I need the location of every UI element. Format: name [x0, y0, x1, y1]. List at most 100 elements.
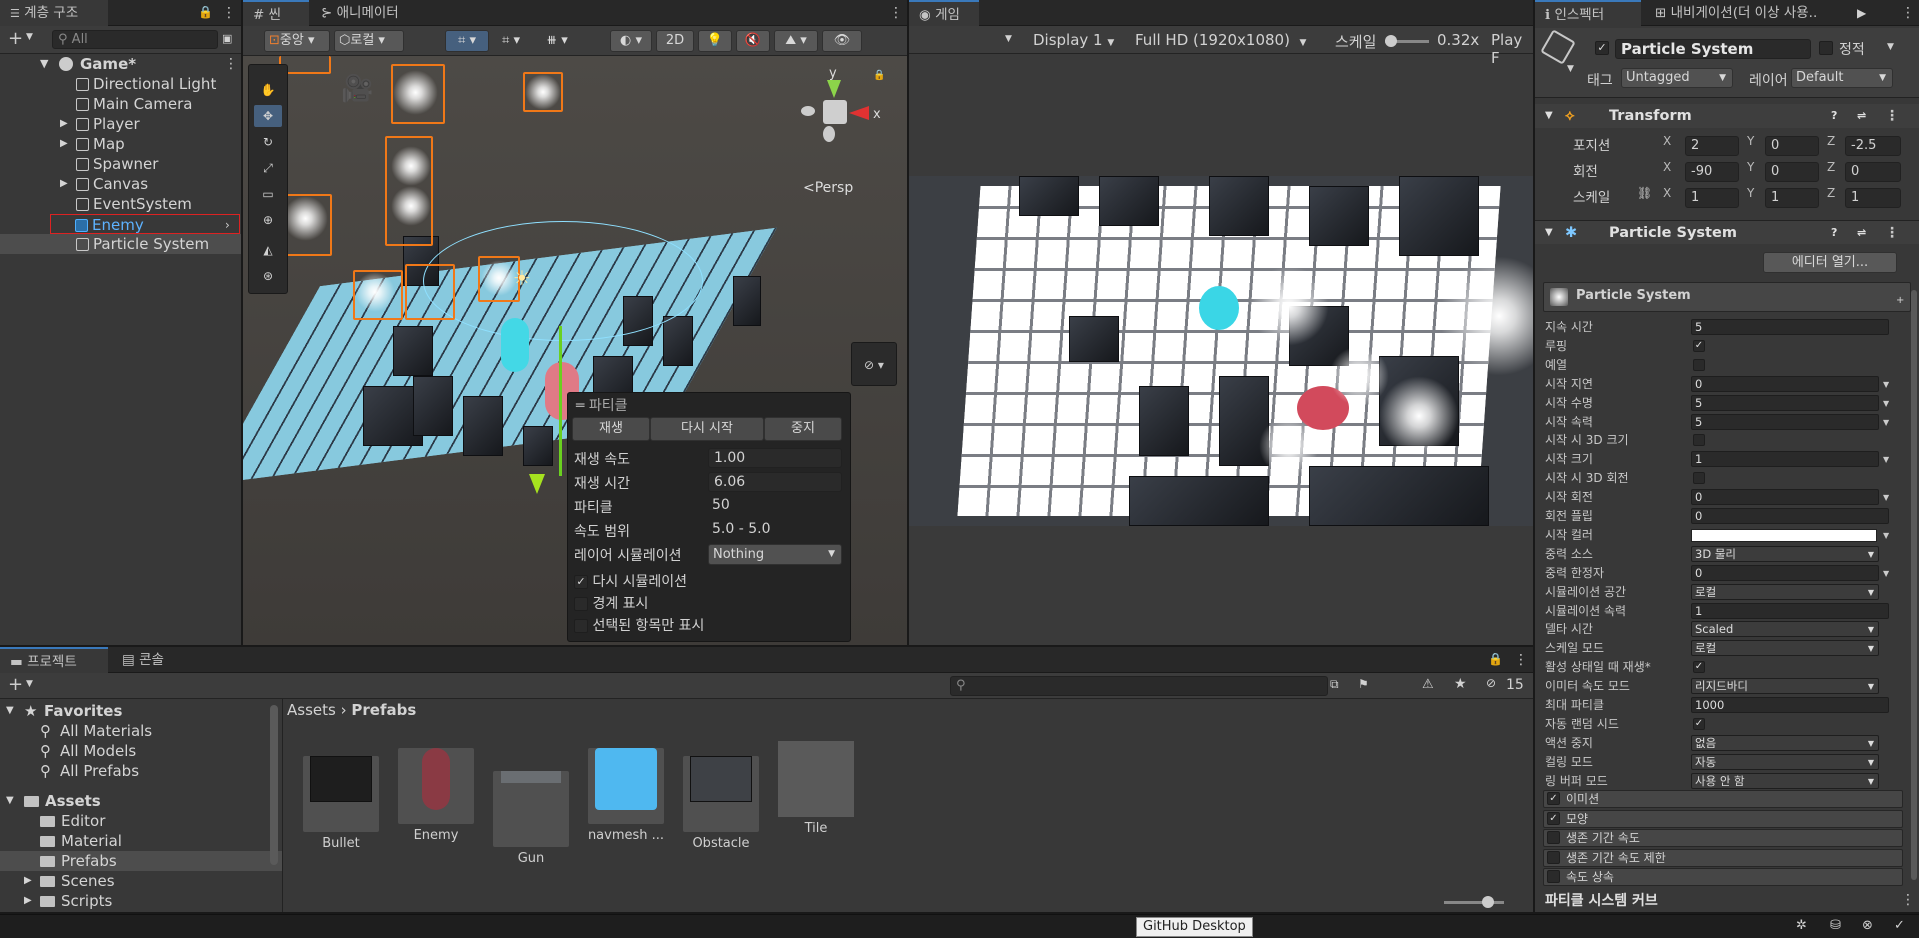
static-dropdown-icon[interactable]: ▼	[1887, 42, 1894, 52]
favorite-item[interactable]: ⚲ All Models	[0, 741, 282, 761]
chevron-down-icon[interactable]: ▼	[1868, 679, 1874, 693]
position-y[interactable]: 0	[1765, 136, 1819, 156]
expand-right-icon[interactable]: ▶	[60, 114, 68, 134]
particle-curves-label[interactable]: 파티클 시스템 커브	[1545, 890, 1658, 910]
static-checkbox[interactable]	[1819, 41, 1833, 55]
chevron-down-icon[interactable]: ▼	[1868, 641, 1874, 655]
zoom-slider-thumb[interactable]	[1482, 896, 1494, 908]
preset-icon[interactable]: ⇌	[1857, 221, 1866, 245]
favorite-item[interactable]: ⚲ All Materials	[0, 721, 282, 741]
tab-game[interactable]: ◉ 게임	[909, 0, 979, 26]
chevron-down-icon[interactable]: ▼	[1883, 488, 1889, 507]
gameobject-large-icon[interactable]	[1540, 29, 1576, 65]
warning-icon[interactable]: ⚠	[1422, 677, 1434, 692]
hidden-objects-toggle[interactable]: 👁	[822, 30, 862, 52]
show-selected-checkbox[interactable]	[574, 619, 588, 633]
search-by-type-icon[interactable]: ⧉	[1330, 677, 1339, 692]
particle-prop-field[interactable]: 1	[1691, 451, 1879, 468]
module-checkbox[interactable]: ✓	[1547, 811, 1560, 825]
asset-item[interactable]: Bullet	[302, 741, 380, 851]
chevron-down-icon[interactable]: ▼	[1883, 394, 1889, 413]
transform-tool-icon[interactable]: ⊕	[254, 209, 282, 231]
grid-visibility-button[interactable]: ⧻ ▾	[535, 30, 579, 52]
scale-tool-icon[interactable]: ⤢	[254, 157, 282, 179]
assets-header[interactable]: ▼ Assets	[0, 791, 282, 811]
hierarchy-item[interactable]: EventSystem	[0, 194, 241, 214]
mode-2d-button[interactable]: 2D	[656, 30, 694, 52]
snap-increment-button[interactable]: ⌗ ▾	[493, 30, 529, 52]
tab-inspector[interactable]: ℹ 인스펙터	[1535, 0, 1641, 26]
scale-z[interactable]: 1	[1845, 188, 1901, 208]
help-icon[interactable]: ?	[1831, 104, 1837, 128]
restart-button[interactable]: 다시 시작	[650, 417, 764, 441]
particle-module-header[interactable]: ✓ 이미션	[1543, 790, 1903, 808]
playback-speed-field[interactable]: 1.00	[708, 448, 842, 468]
chevron-down-icon[interactable]: ▼	[1868, 622, 1874, 636]
particle-prop-dropdown[interactable]: 자동 ▼	[1691, 753, 1879, 770]
object-name-field[interactable]: Particle System	[1615, 39, 1811, 59]
asset-item[interactable]: Enemy	[397, 741, 475, 843]
rotation-x[interactable]: -90	[1685, 162, 1739, 182]
expand-icon[interactable]: ▼	[40, 54, 48, 74]
resimulate-checkbox[interactable]: ✓	[574, 575, 588, 589]
tab-overflow-icon[interactable]: ▶	[1857, 6, 1866, 20]
hierarchy-item-selected[interactable]: Particle System	[0, 234, 241, 254]
module-checkbox[interactable]	[1547, 870, 1560, 883]
filter-icon[interactable]: ▣	[222, 32, 232, 45]
component-more-icon[interactable]: ⋮	[1885, 109, 1899, 123]
rotation-y[interactable]: 0	[1765, 162, 1819, 182]
particle-prop-field[interactable]: 1	[1691, 602, 1889, 619]
move-gizmo-cone[interactable]	[529, 474, 545, 494]
show-selected-row[interactable]: 선택된 항목만 표시	[574, 615, 704, 635]
asset-item[interactable]: Gun	[492, 741, 570, 866]
grid-snap-button[interactable]: ⌗ ▾	[445, 30, 489, 52]
project-search-input[interactable]: ⚲	[950, 676, 1328, 696]
scale-y[interactable]: 1	[1765, 188, 1819, 208]
rotate-tool-icon[interactable]: ↻	[254, 131, 282, 153]
play-focused-dropdown[interactable]: Play F	[1491, 31, 1533, 67]
hierarchy-item[interactable]: ▶ Canvas	[0, 174, 241, 194]
module-checkbox[interactable]: ✓	[1547, 792, 1560, 805]
chevron-down-icon[interactable]: ▼	[1868, 774, 1874, 788]
tab-console[interactable]: ▤ 콘솔	[112, 647, 174, 673]
particle-prop-checkbox[interactable]: ✓	[1693, 661, 1705, 674]
chevron-down-icon[interactable]: ▼	[1883, 413, 1889, 432]
particle-prop-checkbox[interactable]: ✓	[1693, 339, 1705, 352]
preset-icon[interactable]: ⇌	[1857, 104, 1866, 128]
help-icon[interactable]: ?	[1831, 221, 1837, 245]
play-button[interactable]: 재생	[572, 417, 650, 441]
particle-prop-field[interactable]: 5	[1691, 394, 1879, 411]
start-color-swatch[interactable]	[1691, 528, 1877, 542]
playback-time-field[interactable]: 6.06	[708, 472, 842, 492]
show-bounds-row[interactable]: 경계 표시	[574, 593, 648, 613]
chevron-down-icon[interactable]: ▼	[26, 32, 33, 42]
particle-module-header[interactable]: 생존 기간 속도 제한	[1543, 848, 1903, 867]
particle-prop-field[interactable]: 1000	[1691, 697, 1889, 713]
add-icon[interactable]: +	[8, 28, 23, 49]
expand-icon[interactable]: ▼	[1545, 221, 1553, 245]
chevron-down-icon[interactable]: ▼	[1005, 34, 1012, 44]
particle-prop-dropdown[interactable]: 3D 물리 ▼	[1691, 545, 1879, 562]
game-viewport[interactable]	[909, 176, 1533, 526]
lighting-toggle[interactable]: 💡	[698, 30, 732, 52]
hierarchy-item[interactable]: ▶ Player	[0, 114, 241, 134]
particle-prop-checkbox[interactable]	[1693, 472, 1705, 485]
component-more-icon[interactable]: ⋮	[1885, 226, 1899, 240]
display-dropdown[interactable]: Display 1 ▼	[1033, 31, 1114, 49]
hierarchy-item[interactable]: Main Camera	[0, 94, 241, 114]
chevron-down-icon[interactable]: ▼	[1868, 736, 1874, 750]
expand-right-icon[interactable]: ▶	[24, 871, 32, 891]
particle-tool-icon[interactable]: ⊛	[254, 265, 282, 287]
debug-icon[interactable]: ✲	[1796, 918, 1807, 933]
scale-slider[interactable]	[1385, 35, 1429, 47]
more-icon[interactable]: ⋮	[222, 6, 236, 20]
scene-root[interactable]: ▼ Game* ⋮	[0, 54, 241, 74]
hidden-packages-icon[interactable]: ⊘	[1486, 676, 1496, 690]
custom-tool-icon[interactable]: ◭	[254, 239, 282, 261]
move-gizmo-y[interactable]	[559, 326, 562, 476]
layer-simulation-dropdown[interactable]: Nothing ▼	[708, 544, 842, 565]
tab-project[interactable]: ▬ 프로젝트	[0, 647, 108, 673]
active-checkbox[interactable]: ✓	[1595, 41, 1609, 55]
particle-system-header[interactable]: ▼ ✱ Particle System ? ⇌ ⋮	[1535, 220, 1919, 244]
module-main-header[interactable]: Particle System +	[1543, 282, 1911, 312]
